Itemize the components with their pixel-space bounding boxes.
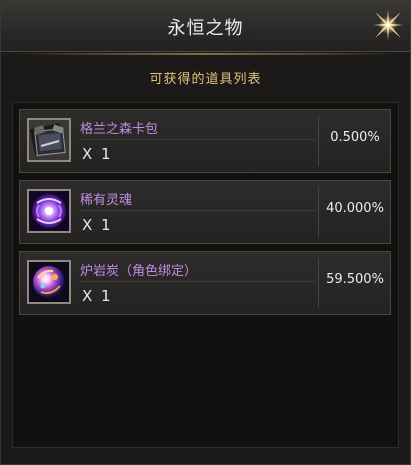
column-divider (318, 187, 319, 237)
item-probability: 40.000% (326, 201, 384, 216)
lava-coal-orb-icon (29, 262, 69, 302)
item-probability: 0.500% (330, 130, 380, 145)
item-icon-frame[interactable] (27, 189, 71, 233)
item-probability: 59.500% (326, 272, 384, 287)
title-bar: 永恒之物 (1, 1, 410, 52)
item-quantity: X 1 (82, 145, 113, 163)
rare-soul-icon (29, 191, 69, 231)
item-list-window: 永恒之物 可获得的道具列表 格兰之森卡包 X 1 0.500% 稀有灵魂 X 1… (0, 0, 411, 465)
item-icon-frame[interactable] (27, 118, 71, 162)
title-divider (13, 53, 398, 55)
item-name-underline (80, 210, 316, 211)
item-name: 稀有灵魂 (80, 193, 133, 208)
column-divider (318, 116, 319, 166)
column-divider (318, 258, 319, 308)
item-quantity: X 1 (82, 287, 113, 305)
card-pack-icon (29, 120, 69, 160)
item-quantity: X 1 (82, 216, 113, 234)
item-name-underline (80, 281, 316, 282)
close-star-icon (373, 10, 403, 40)
list-subtitle: 可获得的道具列表 (149, 72, 262, 87)
item-list: 格兰之森卡包 X 1 0.500% 稀有灵魂 X 1 40.000% 炉岩炭（角… (12, 102, 399, 448)
window-title: 永恒之物 (167, 18, 244, 39)
item-row-rare-soul[interactable]: 稀有灵魂 X 1 40.000% (19, 180, 391, 244)
item-row-lava-coal[interactable]: 炉岩炭（角色绑定） X 1 59.500% (19, 251, 391, 315)
item-name-underline (80, 139, 316, 140)
item-row-card-pack[interactable]: 格兰之森卡包 X 1 0.500% (19, 109, 391, 173)
item-name: 炉岩炭（角色绑定） (80, 264, 198, 279)
close-button[interactable] (372, 9, 404, 41)
item-icon-frame[interactable] (27, 260, 71, 304)
item-name: 格兰之森卡包 (80, 122, 159, 137)
